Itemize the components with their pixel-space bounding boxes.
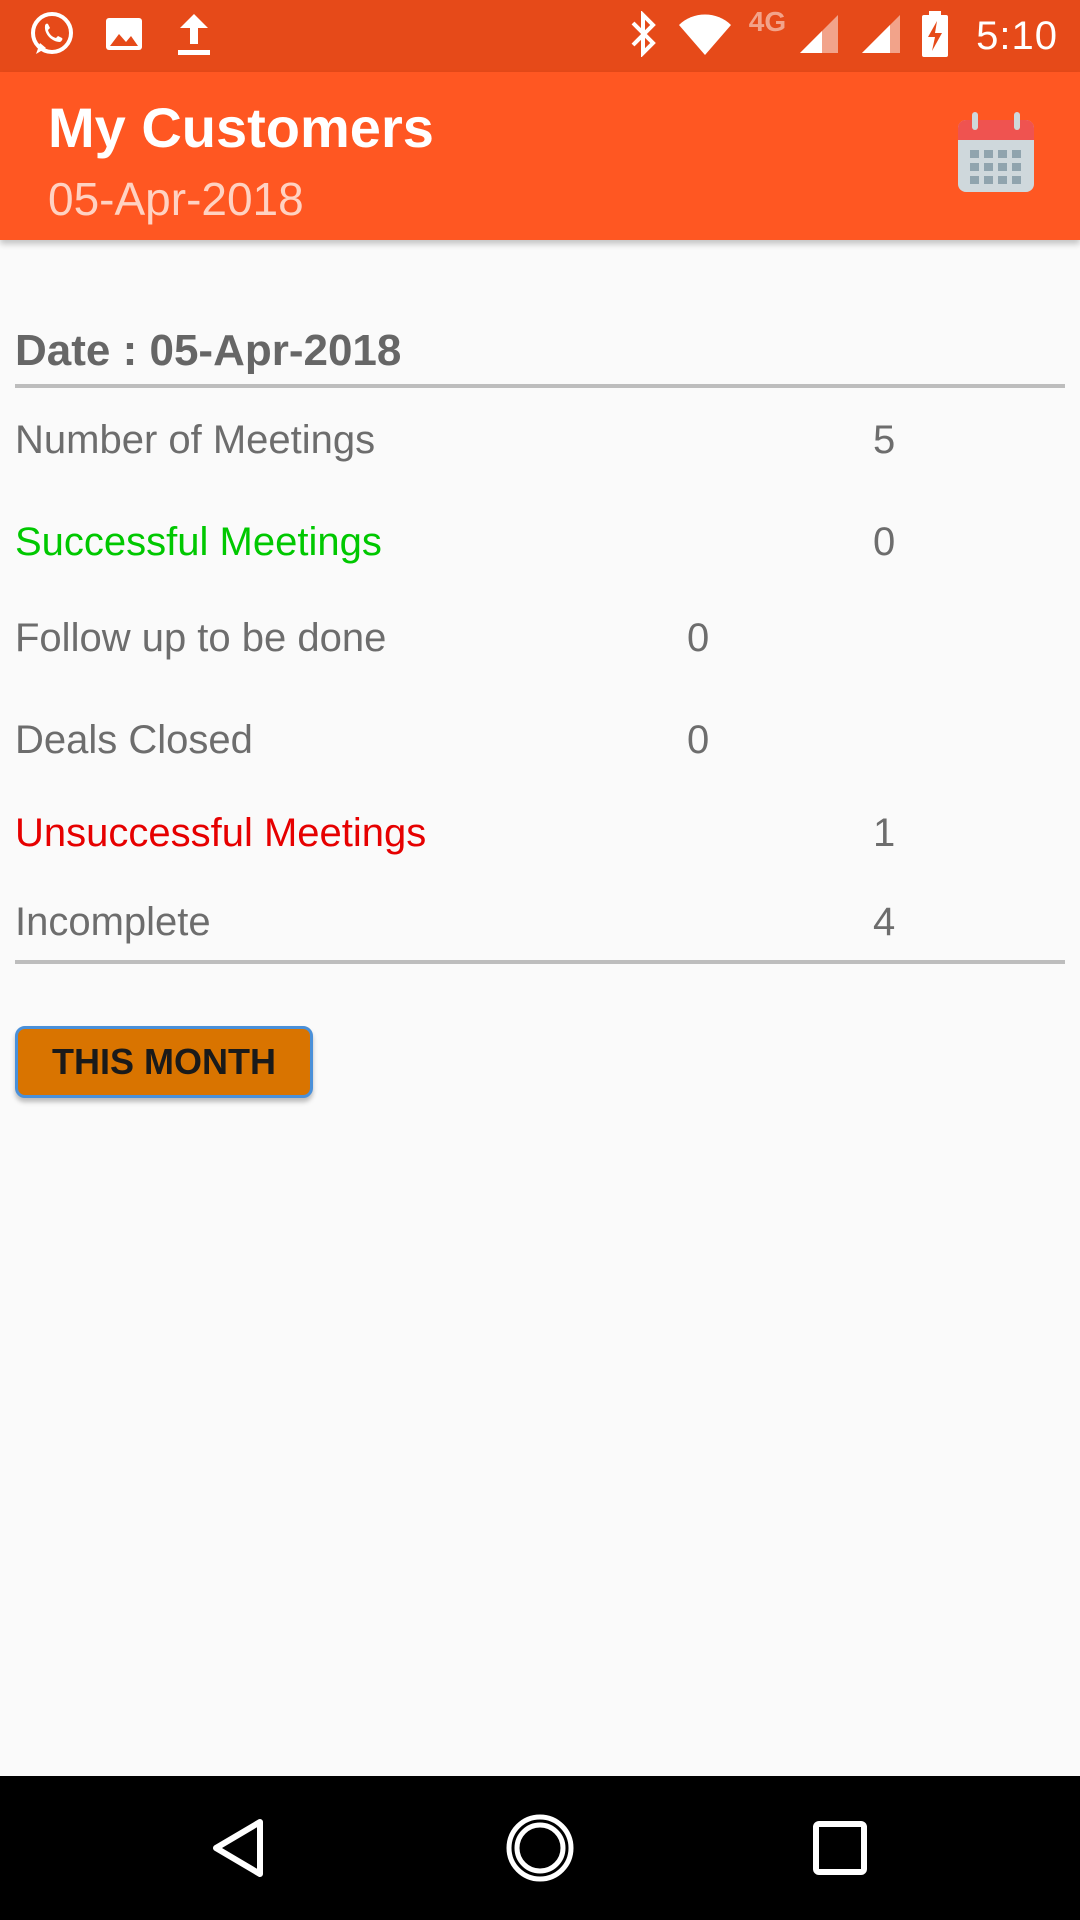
battery-charging-icon — [920, 9, 950, 64]
deals-closed-label: Deals Closed — [15, 718, 253, 762]
incomplete-value: 4 — [873, 900, 896, 944]
follow-up-label: Follow up to be done — [15, 616, 387, 660]
home-icon — [506, 1814, 574, 1882]
divider — [15, 960, 1065, 964]
follow-up-value: 0 — [687, 616, 710, 660]
home-button[interactable] — [504, 1812, 576, 1884]
incomplete-label: Incomplete — [15, 900, 211, 944]
navigation-bar — [0, 1776, 1080, 1920]
network-type-label: 4G — [748, 6, 787, 37]
whatsapp-icon — [28, 10, 76, 63]
unsuccessful-meetings-label: Unsuccessful Meetings — [15, 811, 427, 855]
signal-icon — [796, 11, 842, 62]
number-of-meetings-label: Number of Meetings — [15, 418, 376, 462]
signal-icon — [858, 11, 904, 62]
date-heading: Date : 05-Apr-2018 — [15, 326, 402, 375]
app-bar: My Customers 05-Apr-2018 — [0, 72, 1080, 240]
image-icon — [102, 12, 146, 61]
this-month-button[interactable]: THIS MONTH — [15, 1026, 313, 1098]
wifi-icon — [677, 11, 733, 62]
successful-meetings-value: 0 — [873, 520, 896, 564]
status-time: 5:10 — [976, 13, 1058, 58]
notification-icons — [28, 10, 216, 62]
status-bar: 4G 5:10 — [0, 0, 1080, 72]
calendar-icon — [958, 112, 1034, 192]
back-button[interactable] — [204, 1812, 276, 1884]
number-of-meetings-value: 5 — [873, 418, 896, 462]
system-icons: 4G 5:10 — [625, 0, 1058, 72]
calendar-button[interactable] — [956, 110, 1036, 196]
back-icon — [213, 1819, 263, 1877]
unsuccessful-meetings-value: 1 — [873, 811, 896, 855]
app-subtitle-date: 05-Apr-2018 — [48, 173, 304, 225]
recents-icon — [813, 1821, 867, 1875]
successful-meetings-label: Successful Meetings — [15, 520, 382, 564]
recents-button[interactable] — [804, 1812, 876, 1884]
app-title: My Customers — [48, 96, 434, 159]
upload-icon — [172, 10, 216, 63]
deals-closed-value: 0 — [687, 718, 710, 762]
divider — [15, 384, 1065, 388]
bluetooth-icon — [625, 9, 661, 62]
